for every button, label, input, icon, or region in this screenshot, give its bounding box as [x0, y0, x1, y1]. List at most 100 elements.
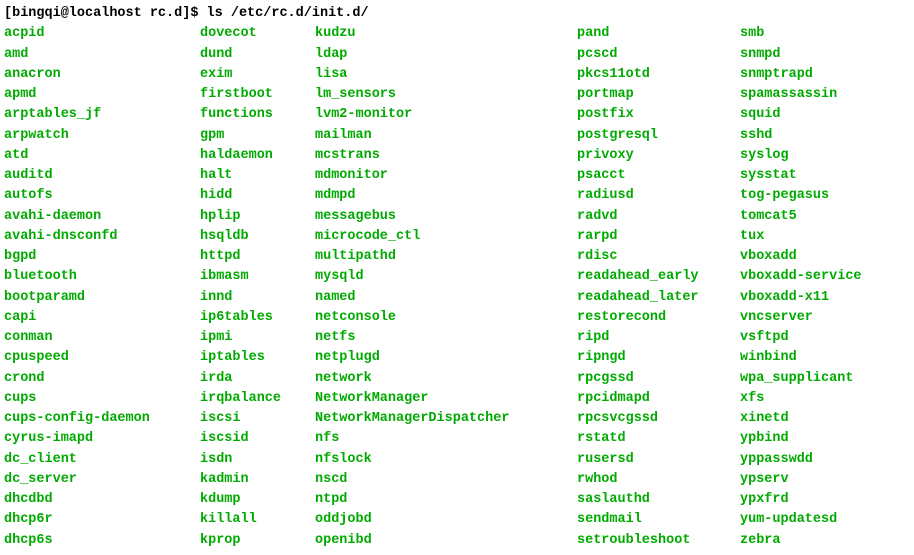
- file-entry: dund: [200, 45, 315, 65]
- file-entry: autofs: [4, 186, 200, 206]
- ls-column-2: kudzuldaplisalm_sensorslvm2-monitormailm…: [315, 24, 577, 551]
- file-entry: rstatd: [577, 429, 740, 449]
- file-entry: innd: [200, 288, 315, 308]
- ls-column-0: acpidamdanacronapmdarptables_jfarpwatcha…: [4, 24, 200, 551]
- file-entry: rpcsvcgssd: [577, 409, 740, 429]
- file-entry: dovecot: [200, 24, 315, 44]
- file-entry: saslauthd: [577, 490, 740, 510]
- file-entry: dhcp6s: [4, 531, 200, 551]
- file-entry: firstboot: [200, 85, 315, 105]
- file-entry: rpcidmapd: [577, 389, 740, 409]
- shell-prompt: [bingqi@localhost rc.d]$: [4, 6, 198, 21]
- file-entry: hplip: [200, 207, 315, 227]
- file-entry: setroubleshoot: [577, 531, 740, 551]
- file-entry: vboxadd-service: [740, 267, 862, 287]
- file-entry: pcscd: [577, 45, 740, 65]
- file-entry: syslog: [740, 146, 862, 166]
- file-entry: amd: [4, 45, 200, 65]
- file-entry: smb: [740, 24, 862, 44]
- file-entry: netplugd: [315, 348, 577, 368]
- file-entry: iptables: [200, 348, 315, 368]
- file-entry: nfs: [315, 429, 577, 449]
- file-entry: kudzu: [315, 24, 577, 44]
- file-entry: ntpd: [315, 490, 577, 510]
- file-entry: pand: [577, 24, 740, 44]
- file-entry: privoxy: [577, 146, 740, 166]
- file-entry: netconsole: [315, 308, 577, 328]
- file-entry: bgpd: [4, 247, 200, 267]
- file-entry: cpuspeed: [4, 348, 200, 368]
- file-entry: irqbalance: [200, 389, 315, 409]
- ls-column-1: dovecotdundeximfirstbootfunctionsgpmhald…: [200, 24, 315, 551]
- file-entry: rpcgssd: [577, 369, 740, 389]
- file-entry: wpa_supplicant: [740, 369, 862, 389]
- file-entry: apmd: [4, 85, 200, 105]
- file-entry: dhcp6r: [4, 510, 200, 530]
- ls-column-4: smbsnmpdsnmptrapdspamassassinsquidsshdsy…: [740, 24, 862, 551]
- file-entry: xinetd: [740, 409, 862, 429]
- file-entry: sysstat: [740, 166, 862, 186]
- file-entry: mdmonitor: [315, 166, 577, 186]
- file-entry: mailman: [315, 126, 577, 146]
- file-entry: postgresql: [577, 126, 740, 146]
- file-entry: tomcat5: [740, 207, 862, 227]
- file-entry: yum-updatesd: [740, 510, 862, 530]
- file-entry: ypxfrd: [740, 490, 862, 510]
- file-entry: rusersd: [577, 450, 740, 470]
- file-entry: mysqld: [315, 267, 577, 287]
- file-entry: haldaemon: [200, 146, 315, 166]
- file-entry: snmptrapd: [740, 65, 862, 85]
- file-entry: snmpd: [740, 45, 862, 65]
- file-entry: NetworkManagerDispatcher: [315, 409, 577, 429]
- file-entry: oddjobd: [315, 510, 577, 530]
- file-entry: mdmpd: [315, 186, 577, 206]
- file-entry: openibd: [315, 531, 577, 551]
- file-entry: halt: [200, 166, 315, 186]
- file-entry: capi: [4, 308, 200, 328]
- file-entry: functions: [200, 105, 315, 125]
- file-entry: ripd: [577, 328, 740, 348]
- file-entry: postfix: [577, 105, 740, 125]
- file-entry: cups-config-daemon: [4, 409, 200, 429]
- file-entry: winbind: [740, 348, 862, 368]
- file-entry: rwhod: [577, 470, 740, 490]
- file-entry: avahi-dnsconfd: [4, 227, 200, 247]
- file-entry: yppasswdd: [740, 450, 862, 470]
- file-entry: isdn: [200, 450, 315, 470]
- file-entry: nfslock: [315, 450, 577, 470]
- file-entry: lvm2-monitor: [315, 105, 577, 125]
- file-entry: avahi-daemon: [4, 207, 200, 227]
- file-entry: spamassassin: [740, 85, 862, 105]
- file-entry: acpid: [4, 24, 200, 44]
- file-entry: ip6tables: [200, 308, 315, 328]
- file-entry: irda: [200, 369, 315, 389]
- file-entry: radvd: [577, 207, 740, 227]
- file-entry: multipathd: [315, 247, 577, 267]
- file-entry: NetworkManager: [315, 389, 577, 409]
- file-entry: ypbind: [740, 429, 862, 449]
- file-entry: cups: [4, 389, 200, 409]
- file-entry: auditd: [4, 166, 200, 186]
- file-entry: tux: [740, 227, 862, 247]
- file-entry: sshd: [740, 126, 862, 146]
- file-entry: dc_server: [4, 470, 200, 490]
- file-entry: ipmi: [200, 328, 315, 348]
- file-entry: rarpd: [577, 227, 740, 247]
- file-entry: squid: [740, 105, 862, 125]
- file-entry: hidd: [200, 186, 315, 206]
- file-entry: named: [315, 288, 577, 308]
- file-entry: ypserv: [740, 470, 862, 490]
- file-entry: arpwatch: [4, 126, 200, 146]
- file-entry: gpm: [200, 126, 315, 146]
- file-entry: killall: [200, 510, 315, 530]
- file-entry: readahead_early: [577, 267, 740, 287]
- file-entry: iscsi: [200, 409, 315, 429]
- file-entry: psacct: [577, 166, 740, 186]
- file-entry: kprop: [200, 531, 315, 551]
- file-entry: crond: [4, 369, 200, 389]
- file-entry: portmap: [577, 85, 740, 105]
- file-entry: restorecond: [577, 308, 740, 328]
- file-entry: cyrus-imapd: [4, 429, 200, 449]
- file-entry: network: [315, 369, 577, 389]
- file-entry: nscd: [315, 470, 577, 490]
